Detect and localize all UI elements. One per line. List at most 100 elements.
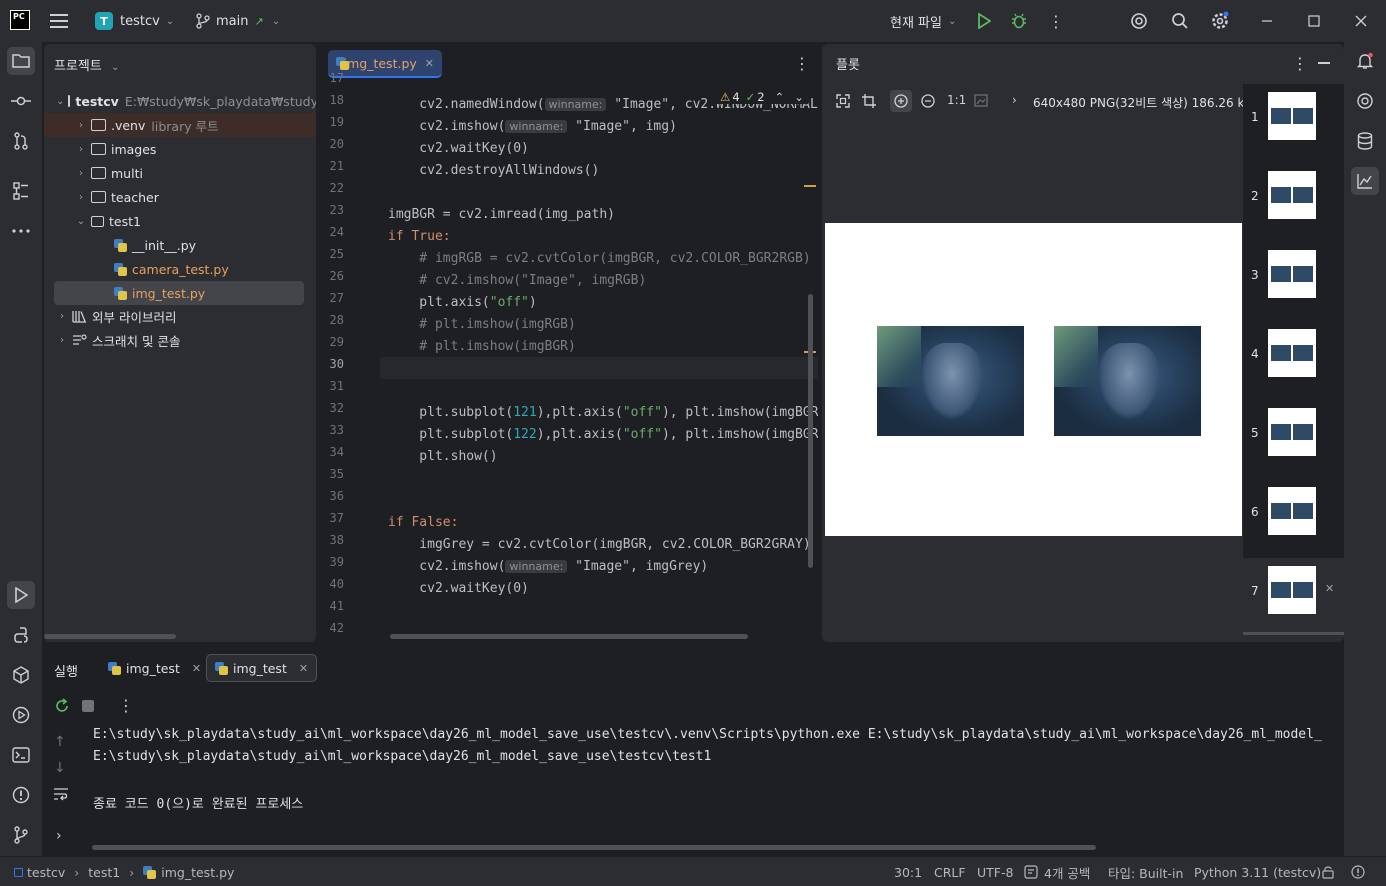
- close-tab-icon[interactable]: ✕: [192, 662, 201, 675]
- line-number[interactable]: 21: [320, 159, 344, 173]
- problems-icon[interactable]: [7, 781, 35, 809]
- actual-size-button[interactable]: 1:1: [947, 93, 966, 107]
- plot-thumbnail-selected[interactable]: 7 ✕: [1243, 558, 1344, 637]
- tree-item-camera-test-py[interactable]: camera_test.py: [44, 257, 316, 281]
- code-line-32[interactable]: plt.subplot(121),plt.axis("off"), plt.im…: [388, 405, 818, 420]
- horizontal-scrollbar[interactable]: [390, 634, 748, 639]
- database-icon[interactable]: [1351, 127, 1379, 155]
- search-icon[interactable]: [1171, 0, 1189, 42]
- code-line-33[interactable]: plt.subplot(122),plt.axis("off"), plt.im…: [388, 427, 818, 442]
- line-number[interactable]: 32: [320, 401, 344, 415]
- line-number[interactable]: 42: [320, 621, 344, 635]
- chevron-right-icon[interactable]: ›: [56, 828, 62, 844]
- minimize-window-icon[interactable]: [1261, 0, 1273, 42]
- structure-icon[interactable]: [7, 177, 35, 205]
- notifications-bell-icon[interactable]: [1351, 47, 1379, 75]
- caret-position[interactable]: 30:1: [894, 857, 922, 886]
- lock-icon[interactable]: [1322, 857, 1334, 886]
- code-line-25[interactable]: # imgRGB = cv2.cvtColor(imgBGR, cv2.COLO…: [388, 251, 810, 266]
- fit-to-window-icon[interactable]: [836, 94, 850, 108]
- version-control-icon[interactable]: [7, 821, 35, 849]
- close-tab-icon[interactable]: ✕: [299, 662, 308, 675]
- run-tool-play-icon[interactable]: [7, 581, 35, 609]
- plots-more-icon[interactable]: ⋮: [1292, 54, 1308, 73]
- tree-item-init-py[interactable]: __init__.py: [44, 233, 316, 257]
- close-plot-icon[interactable]: ✕: [1325, 582, 1334, 595]
- line-number[interactable]: 20: [320, 137, 344, 151]
- horizontal-scrollbar[interactable]: [44, 634, 176, 639]
- editor-tab-img-test-py[interactable]: img_test.py ✕: [328, 50, 442, 78]
- line-number[interactable]: 33: [320, 423, 344, 437]
- tree-root-testcv[interactable]: ⌄ testcv E:₩study₩sk_playdata₩study_ai₩: [44, 89, 316, 113]
- vcs-branch-widget[interactable]: main ↗ ⌄: [196, 0, 280, 42]
- line-number[interactable]: 37: [320, 511, 344, 525]
- code-line-28[interactable]: # plt.imshow(imgRGB): [388, 317, 576, 332]
- tree-item-scratches[interactable]: › 스크래치 및 콘솔: [44, 328, 316, 352]
- breadcrumb-item[interactable]: testcv: [27, 865, 65, 880]
- commit-icon[interactable]: [7, 87, 35, 115]
- run-tab-img-test[interactable]: img_test ✕: [100, 654, 209, 682]
- code-line-34[interactable]: plt.show(): [388, 449, 497, 464]
- line-number[interactable]: 39: [320, 555, 344, 569]
- background-toggle-icon[interactable]: [974, 94, 988, 107]
- editor-more-icon[interactable]: ⋮: [794, 54, 810, 73]
- line-number[interactable]: 40: [320, 577, 344, 591]
- line-number[interactable]: 35: [320, 467, 344, 481]
- line-number[interactable]: 19: [320, 115, 344, 129]
- stop-icon[interactable]: [82, 700, 94, 712]
- hide-panel-icon[interactable]: [1318, 62, 1330, 64]
- plot-thumbnail[interactable]: 5: [1243, 400, 1344, 479]
- line-number[interactable]: 29: [320, 335, 344, 349]
- plot-thumbnail[interactable]: 3: [1243, 242, 1344, 321]
- next-highlight-icon[interactable]: ⌄: [794, 90, 804, 104]
- code-line-27[interactable]: plt.axis("off"): [388, 295, 536, 310]
- terminal-icon[interactable]: [7, 741, 35, 769]
- tree-item-images[interactable]: › images: [44, 137, 316, 161]
- project-tool-folder-icon[interactable]: [7, 47, 35, 75]
- code-line-21[interactable]: cv2.destroyAllWindows(): [388, 163, 599, 178]
- python-interpreter[interactable]: Python 3.11 (testcv): [1194, 857, 1321, 886]
- line-number[interactable]: 34: [320, 445, 344, 459]
- indent-widget[interactable]: 4개 공백: [1024, 857, 1090, 886]
- inspection-widget[interactable]: ⚠ 4 ✓ 2 ⌃ ⌄: [716, 90, 808, 104]
- code-line-19[interactable]: cv2.imshow(winname: "Image", img): [388, 119, 677, 134]
- ai-chat-icon[interactable]: [1351, 87, 1379, 115]
- plot-thumbnail[interactable]: 1: [1243, 84, 1344, 163]
- vertical-scrollbar[interactable]: [808, 294, 813, 568]
- more-actions-icon[interactable]: ⋮: [1048, 0, 1064, 42]
- line-number[interactable]: 36: [320, 489, 344, 503]
- project-panel-header[interactable]: 프로젝트 ⌄: [54, 55, 119, 74]
- file-type[interactable]: 타입: Built-in: [1108, 857, 1183, 886]
- crop-icon[interactable]: [862, 94, 876, 108]
- line-number[interactable]: 38: [320, 533, 344, 547]
- run-more-icon[interactable]: ⋮: [118, 696, 134, 715]
- breadcrumb-item[interactable]: test1: [88, 865, 120, 880]
- line-number[interactable]: 22: [320, 181, 344, 195]
- line-number[interactable]: 24: [320, 225, 344, 239]
- services-icon[interactable]: [7, 701, 35, 729]
- plot-thumbnail[interactable]: 4: [1243, 321, 1344, 400]
- line-number[interactable]: 18: [320, 93, 344, 107]
- line-number[interactable]: 17: [320, 71, 344, 85]
- python-console-icon[interactable]: [7, 621, 35, 649]
- plot-thumbnail[interactable]: 6: [1243, 479, 1344, 558]
- python-packages-icon[interactable]: [7, 661, 35, 689]
- chevron-right-icon[interactable]: ›: [1012, 93, 1017, 107]
- soft-wrap-icon[interactable]: [53, 787, 69, 801]
- ai-assistant-icon[interactable]: [1130, 0, 1148, 42]
- run-tab-img-test-active[interactable]: img_test ✕: [206, 654, 318, 682]
- previous-highlight-icon[interactable]: ⌃: [775, 90, 785, 104]
- main-menu-icon[interactable]: [50, 0, 68, 42]
- code-line-23[interactable]: imgBGR = cv2.imread(img_path): [388, 207, 615, 222]
- close-tab-icon[interactable]: ✕: [425, 57, 434, 70]
- code-line-37[interactable]: if False:: [388, 515, 458, 530]
- tree-item-teacher[interactable]: › teacher: [44, 185, 316, 209]
- arrow-down-icon[interactable]: ↓: [54, 760, 66, 776]
- pull-requests-icon[interactable]: [7, 127, 35, 155]
- code-line-20[interactable]: cv2.waitKey(0): [388, 141, 529, 156]
- plot-thumbnail[interactable]: 2: [1243, 163, 1344, 242]
- tree-item-external-libraries[interactable]: › 외부 라이브러리: [44, 304, 316, 328]
- more-tools-icon[interactable]: [7, 217, 35, 245]
- run-config-selector[interactable]: 현재 파일 ⌄: [890, 0, 956, 42]
- file-encoding[interactable]: UTF-8: [977, 857, 1013, 886]
